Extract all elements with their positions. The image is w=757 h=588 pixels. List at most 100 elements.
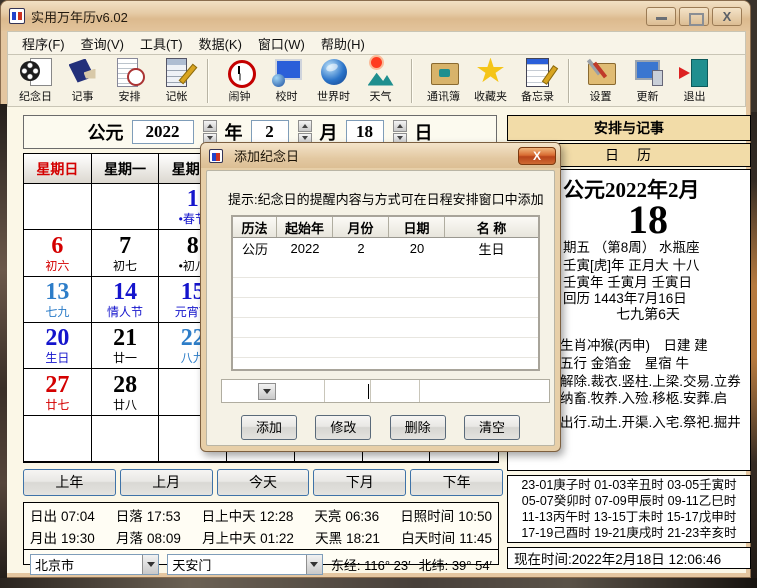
menu-item[interactable]: 查询(V)	[73, 32, 132, 55]
sun-moon-panel: 日出 07:04 日落 17:53 日上中天 12:28 天亮 06:36 日照时间 10:50 …	[23, 502, 499, 575]
new-entry-row[interactable]	[221, 379, 550, 403]
table-column-header: 历法	[233, 217, 277, 237]
hour-line: 17-19己酉时 19-21庚戌时 21-23辛亥时	[521, 526, 737, 540]
menu-item[interactable]: 窗口(W)	[250, 32, 313, 55]
place-dropdown-icon[interactable]	[305, 554, 322, 574]
nav-button[interactable]: 上年	[23, 469, 116, 496]
calendar-cell[interactable]: 21 廿一	[91, 322, 160, 370]
month-stepper[interactable]	[297, 120, 312, 144]
toolbar-separator	[207, 58, 209, 103]
toolbar-button-label: 世界时	[317, 90, 350, 103]
calendar-cell[interactable]	[91, 415, 160, 462]
table-column-header: 名 称	[476, 220, 507, 236]
toolbar-button-exit[interactable]: 退出	[671, 57, 718, 105]
toolbar-button-alarm[interactable]: 闹钟	[216, 57, 263, 105]
sun-info-pair: 月出 19:30	[30, 531, 95, 546]
desktop-strip-bottom	[0, 578, 757, 588]
city-dropdown-icon[interactable]	[142, 554, 159, 574]
sun-info-pair: 白天时间 11:45	[401, 531, 492, 546]
nav-button[interactable]: 下月	[313, 469, 407, 496]
menu-item[interactable]: 数据(K)	[191, 32, 250, 55]
calendar-cell[interactable]: 28 廿八	[91, 369, 160, 416]
maximize-button[interactable]	[679, 6, 709, 26]
table-header-row: 历法 起始年 月份 日期 名 称	[233, 217, 538, 238]
dialog-icon	[209, 148, 223, 163]
minimize-button[interactable]	[646, 6, 676, 26]
dialog-buttons: 添加 修改 删除 清空	[207, 415, 554, 440]
nine-days-counter: 七九第6天	[616, 306, 680, 322]
city-select[interactable]: 北京市	[30, 553, 160, 575]
dialog-hint: 提示:纪念日的提醒内容与方式可在日程安排窗口中添加	[228, 192, 544, 207]
sun-info-pair: 月落 08:09	[116, 531, 181, 546]
calendar-cell[interactable]	[24, 184, 92, 231]
dialog-button-添加[interactable]: 添加	[241, 415, 297, 440]
place-select[interactable]: 天安门	[167, 553, 323, 575]
sun-info-line2: 月出 19:30 月落 08:09 月上中天 01:22 天黑 18:21 白天时间 11:45	[24, 525, 498, 547]
settings-icon	[584, 57, 618, 87]
dialog-close-button[interactable]: X	[518, 146, 556, 165]
day-stepper[interactable]	[392, 120, 407, 144]
toolbar-button-label: 记帐	[165, 90, 188, 103]
desktop-strip-right	[751, 112, 757, 578]
toolbar-button-calc[interactable]: 记帐	[153, 57, 200, 105]
toolbar-button-memo[interactable]: 备忘录	[514, 57, 561, 105]
menu-item[interactable]: 帮助(H)	[313, 32, 373, 55]
calendar-cell[interactable]	[91, 184, 160, 231]
calendar-cell[interactable]: 20 生日	[24, 322, 92, 370]
toolbar-button-update[interactable]: 更新	[624, 57, 671, 105]
calendar-cell[interactable]: 7 初七	[91, 230, 160, 277]
year-stepper[interactable]	[202, 120, 217, 144]
dialog-body: 提示:纪念日的提醒内容与方式可在日程安排窗口中添加 历法 起始年 月份 日期 名 称 公…	[206, 170, 555, 446]
dialog-title: 添加纪念日	[234, 149, 300, 164]
close-button[interactable]: X	[712, 6, 742, 26]
calendar-cell[interactable]: 27 廿七	[24, 369, 92, 416]
menu-item[interactable]: 程序(F)	[14, 32, 73, 55]
hour-line: 11-13丙午时 13-15丁未时 15-17戊申时	[521, 510, 737, 524]
place-value: 天安门	[172, 557, 212, 573]
dialog-button-修改[interactable]: 修改	[315, 415, 372, 440]
calendar-cell[interactable]: 13 七九	[24, 276, 92, 323]
toolbar-button-reel[interactable]: 纪念日	[12, 57, 59, 105]
toolbar-button-label: 纪念日	[19, 90, 52, 103]
toolbar-button-notes[interactable]: 记事	[59, 57, 106, 105]
toolbar-button-weather[interactable]: 天气	[357, 56, 404, 105]
day-label: 廿八	[113, 397, 138, 412]
menu-bar: 程序(F) 查询(V) 工具(T) 数据(K) 窗口(W) 帮助(H)	[7, 31, 746, 55]
toolbar-button-sched[interactable]: 安排	[106, 57, 153, 105]
dialog-button-删除[interactable]: 删除	[389, 415, 446, 440]
calendar-header: 星期日	[24, 154, 92, 184]
toolbar-button-synctime[interactable]: 校时	[263, 57, 310, 105]
toolbar-button-settings[interactable]: 设置	[577, 57, 624, 105]
toolbar-separator	[568, 58, 570, 103]
month-input[interactable]: 2	[250, 120, 289, 144]
day-number: 8	[186, 232, 199, 259]
nav-button[interactable]: 上月	[119, 469, 213, 496]
calendar-cell[interactable]: 6 初六	[24, 230, 92, 277]
toolbar: 纪念日 记事 安排 记帐 闹钟 校时 世界时 天气 通讯簿 收藏夹 备忘录 设置 更新 退出	[7, 55, 746, 107]
calendar-type-dropdown-icon[interactable]	[258, 383, 276, 400]
menu-item[interactable]: 工具(T)	[132, 32, 191, 55]
nav-button[interactable]: 下年	[410, 469, 503, 496]
calendar-cell[interactable]: 14 情人节	[91, 276, 160, 323]
day-number: 28	[113, 371, 138, 398]
day-input[interactable]: 18	[345, 120, 384, 144]
day-number: 13	[45, 278, 70, 305]
toolbar-button-star[interactable]: 收藏夹	[467, 57, 514, 105]
dialog-button-清空[interactable]: 清空	[463, 415, 520, 440]
table-cell: 2	[357, 240, 365, 256]
toolbar-button-globe[interactable]: 世界时	[310, 57, 357, 105]
nav-button[interactable]: 今天	[216, 469, 310, 496]
globe-icon	[317, 57, 351, 87]
toolbar-button-contacts[interactable]: 通讯簿	[420, 57, 467, 105]
era-label: 公元	[87, 123, 124, 143]
year-input[interactable]: 2022	[131, 120, 194, 144]
window-title: 实用万年历v6.02	[31, 9, 128, 25]
text-cursor	[368, 384, 369, 399]
day-label: 生日	[45, 351, 70, 366]
calendar-cell[interactable]	[24, 415, 92, 462]
city-value: 北京市	[35, 557, 75, 573]
panel-header-schedule[interactable]: 安排与记事	[507, 115, 751, 141]
day-number: 6	[51, 232, 64, 259]
toolbar-separator	[411, 58, 413, 103]
table-row[interactable]: 公历 2022 2 20 生日	[233, 238, 538, 258]
